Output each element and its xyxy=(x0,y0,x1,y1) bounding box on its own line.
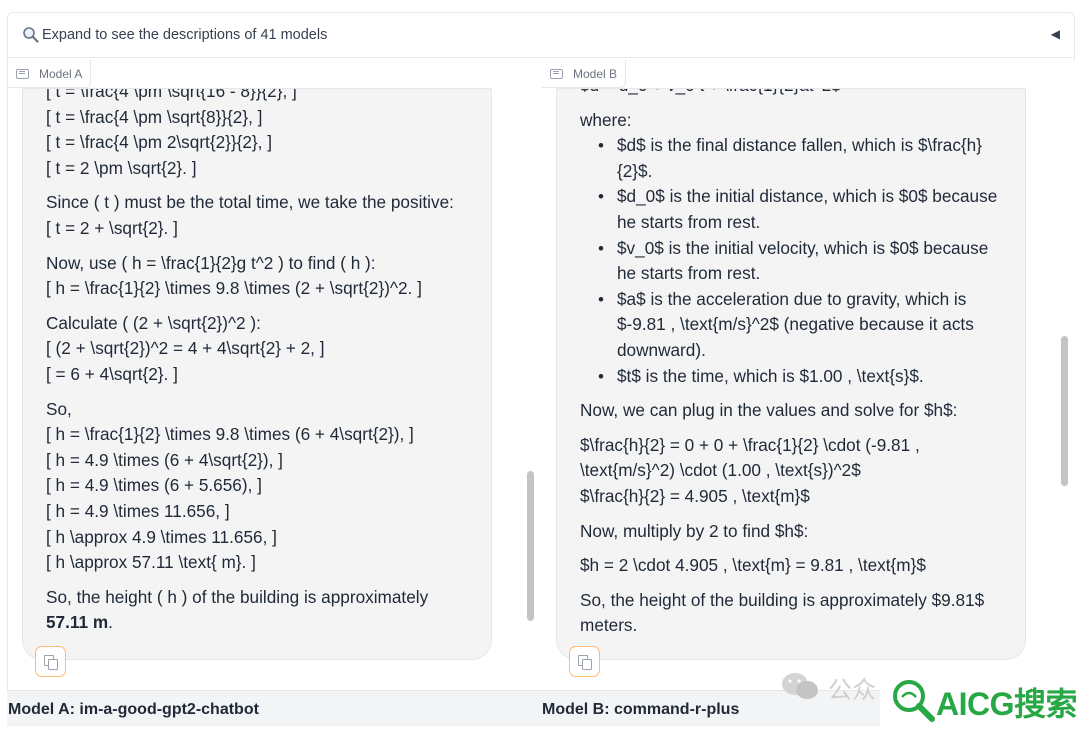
list-item-line: $d$ is the final distance fallen, which … xyxy=(617,135,982,156)
math-line: [ t = \frac{4 \pm 2\sqrt{2}}{2}, ] xyxy=(46,132,272,153)
list-item-line: $a$ is the acceleration due to gravity, … xyxy=(617,288,967,309)
final-answer-value: 57.11 m xyxy=(46,612,109,633)
text-line: Now, multiply by 2 to find $h$: xyxy=(580,520,809,541)
list-item: $d$ is the final distance fallen, which … xyxy=(580,133,1010,184)
variable-list: $d$ is the final distance fallen, which … xyxy=(580,133,1010,389)
model-a-panel: [ t = \frac{4 \pm \sqrt{16 - 8}}{2}, ] [… xyxy=(8,60,540,690)
text-line: meters. xyxy=(580,615,638,636)
model-b-scrollbar[interactable] xyxy=(1058,88,1070,688)
text-line: So, the height ( h ) of the building is … xyxy=(46,586,429,607)
list-item-line: he starts from rest. xyxy=(617,211,761,232)
watermark-text: 公众 xyxy=(828,677,876,704)
math-line: [ h = 4.9 \times 11.656, ] xyxy=(46,500,230,521)
text-line: Calculate ( (2 + \sqrt{2})^2 ): xyxy=(46,312,261,333)
math-line: [ h = 4.9 \times (6 + 5.656), ] xyxy=(46,475,262,496)
list-item-line: $t$ is the time, which is $1.00 , \text{… xyxy=(617,365,924,386)
math-line: [ t = 2 \pm \sqrt{2}. ] xyxy=(46,157,197,178)
math-line: $\frac{h}{2} = 0 + 0 + \frac{1}{2} \cdot… xyxy=(580,434,920,455)
model-a-message: [ t = \frac{4 \pm \sqrt{16 - 8}}{2}, ] [… xyxy=(22,88,492,660)
math-line: [ t = 2 + \sqrt{2}. ] xyxy=(46,217,178,238)
model-descriptions-accordion[interactable]: Expand to see the descriptions of 41 mod… xyxy=(7,12,1075,58)
triangle-left-icon[interactable]: ◀ xyxy=(1051,27,1060,41)
search-magnifier-icon xyxy=(888,675,938,725)
wechat-icon xyxy=(780,670,820,702)
math-line: $d = d_0 + v_0 t + \frac{1}{2}at^2$ xyxy=(580,89,1010,99)
math-line: [ h = \frac{1}{2} \times 9.8 \times (6 +… xyxy=(46,424,414,445)
magnifier-icon xyxy=(22,26,40,44)
math-line: [ h \approx 57.11 \text{ m}. ] xyxy=(46,552,256,573)
list-item-line: downward). xyxy=(617,339,706,360)
model-b-tab-text: Model B xyxy=(573,66,618,81)
math-line: [ (2 + \sqrt{2})^2 = 4 + 4\sqrt{2} + 2, … xyxy=(46,338,325,359)
chat-bubble-icon xyxy=(16,68,29,79)
list-item-line: $d_0$ is the initial distance, which is … xyxy=(617,186,998,207)
math-line: [ h \approx 4.9 \times 11.656, ] xyxy=(46,526,277,547)
final-answer-period: . xyxy=(108,612,113,633)
model-b-scroll-thumb[interactable] xyxy=(1061,336,1068,486)
brand-name: AICG搜索 xyxy=(936,686,1078,722)
math-line: \text{m/s}^2) \cdot (1.00 , \text{s})^2$ xyxy=(580,460,861,481)
list-item: $t$ is the time, which is $1.00 , \text{… xyxy=(580,364,1010,390)
math-line: [ = 6 + 4\sqrt{2}. ] xyxy=(46,363,178,384)
math-line: [ t = \frac{4 \pm \sqrt{8}}{2}, ] xyxy=(46,106,263,127)
math-line: [ h = \frac{1}{2} \times 9.8 \times (2 +… xyxy=(46,278,422,299)
text-line: Since ( t ) must be the total time, we t… xyxy=(46,192,454,213)
math-line: [ t = \frac{4 \pm \sqrt{16 - 8}}{2}, ] xyxy=(46,88,297,101)
text-line: where: xyxy=(580,109,632,130)
list-item-line: {2}$. xyxy=(617,160,653,181)
model-a-name: Model A: im-a-good-gpt2-chatbot xyxy=(8,701,259,718)
model-b-message: $d = d_0 + v_0 t + \frac{1}{2}at^2$ wher… xyxy=(556,88,1026,660)
copy-icon-front xyxy=(582,659,592,670)
list-item: $d_0$ is the initial distance, which is … xyxy=(580,184,1010,235)
math-line: $h = 2 \cdot 4.905 , \text{m} = 9.81 , \… xyxy=(580,555,926,576)
list-item: $v_0$ is the initial velocity, which is … xyxy=(580,236,1010,287)
model-b-panel: $d = d_0 + v_0 t + \frac{1}{2}at^2$ wher… xyxy=(542,60,1075,690)
model-a-tab-text: Model A xyxy=(39,66,83,81)
list-item-line: $-9.81 , \text{m/s}^2$ (negative because… xyxy=(617,314,974,335)
model-a-scrollbar[interactable] xyxy=(524,88,536,688)
text-line: Now, use ( h = \frac{1}{2}g t^2 ) to fin… xyxy=(46,252,376,273)
math-line: [ h = 4.9 \times (6 + 4\sqrt{2}), ] xyxy=(46,449,283,470)
list-item-line: $v_0$ is the initial velocity, which is … xyxy=(617,237,989,258)
model-a-scroll-thumb[interactable] xyxy=(527,471,534,621)
model-b-name: Model B: command-r-plus xyxy=(542,701,740,718)
copy-button[interactable] xyxy=(569,646,600,677)
list-item: $a$ is the acceleration due to gravity, … xyxy=(580,287,1010,364)
copy-button[interactable] xyxy=(35,646,66,677)
model-a-tab-label: Model A xyxy=(8,60,92,88)
final-answer-line: 57.11 m. xyxy=(46,610,476,636)
list-item-line: he starts from rest. xyxy=(617,263,761,284)
brand-watermark: AICG搜索 xyxy=(880,667,1080,732)
model-b-tab-label: Model B xyxy=(542,60,627,88)
text-line: So, xyxy=(46,398,72,419)
text-line: Now, we can plug in the values and solve… xyxy=(580,400,958,421)
accordion-label: Expand to see the descriptions of 41 mod… xyxy=(42,27,328,43)
chat-bubble-icon xyxy=(550,68,563,79)
math-line: $\frac{h}{2} = 4.905 , \text{m}$ xyxy=(580,485,810,506)
text-line: So, the height of the building is approx… xyxy=(580,589,985,610)
copy-icon-front xyxy=(48,659,58,670)
